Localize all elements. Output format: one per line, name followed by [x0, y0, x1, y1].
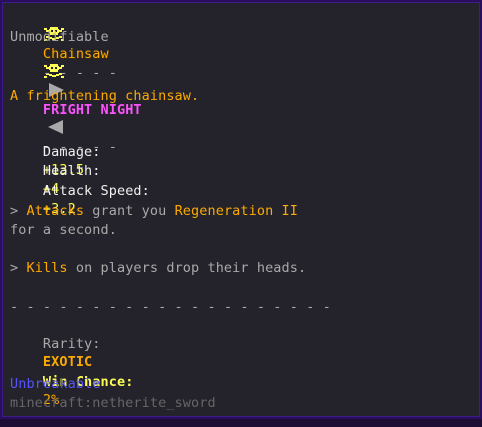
item-id: minecraft:netherite_sword	[10, 395, 216, 411]
ability-prefix: >	[10, 203, 27, 219]
ability-prefix: >	[10, 260, 27, 276]
ability-trigger: Attacks	[26, 203, 85, 219]
item-tooltip: Chainsaw Unmodifiable - - - - - FRIGHT N…	[0, 0, 482, 419]
event-dashes-left: - - - - -	[42, 65, 117, 81]
unbreakable-tag: Unbreakable	[10, 376, 101, 392]
separator: - - - - - - - - - - - - - - - - - - - -	[10, 299, 331, 315]
stat-label: Attack Speed:	[42, 183, 150, 199]
ability-attacks-line2: for a second.	[10, 222, 117, 238]
modifiable-status: Unmodifiable	[10, 29, 109, 45]
ability-text: on players drop their heads.	[67, 260, 307, 276]
ability-kills: > Kills on players drop their heads.	[10, 259, 306, 277]
item-description: A frightening chainsaw.	[10, 88, 200, 104]
ability-effect: Regeneration II	[174, 203, 298, 219]
ability-text: grant you	[84, 203, 175, 219]
ability-attacks: > Attacks grant you Regeneration II	[10, 202, 298, 220]
ability-trigger: Kills	[26, 260, 68, 276]
rarity-label: Rarity:	[42, 336, 101, 352]
